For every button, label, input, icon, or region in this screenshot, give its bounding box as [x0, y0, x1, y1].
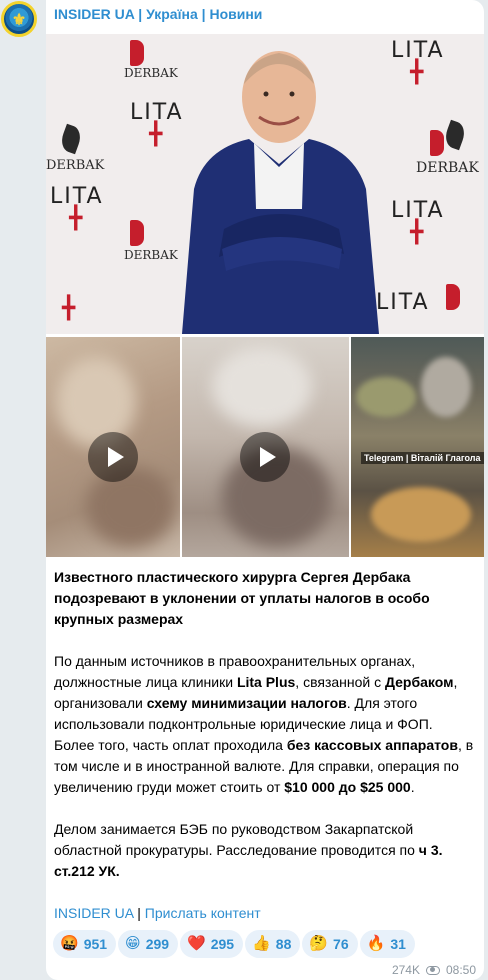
reaction-count: 31: [390, 936, 406, 952]
brand-logo-mark: [430, 130, 444, 156]
reaction-thumbs-up[interactable]: 👍 88: [245, 930, 301, 958]
chat-feed: ⚜ INSIDER UA | Україна | Новини DERBAK L…: [0, 0, 488, 980]
lita-logo: ╋: [62, 298, 77, 320]
brand-text: DERBAK: [124, 66, 178, 80]
post-tail: Делом занимается БЭБ по руководством Зак…: [54, 821, 443, 879]
enraged-face-icon: 🤬: [60, 935, 79, 952]
reaction-grinning[interactable]: 😁 299: [118, 930, 179, 958]
brand-text: DERBAK: [124, 248, 178, 262]
reaction-count: 299: [145, 936, 170, 952]
lita-logo-text: LITA: [50, 184, 104, 209]
photo-thumbnail[interactable]: Telegram | Віталій Глагола: [351, 337, 484, 557]
post-lead: Известного пластического хирурга Сергея …: [54, 569, 430, 627]
reactions-bar: 🤬 951 😁 299 ❤️ 295 👍 88 🤔 76 🔥 31: [53, 930, 417, 958]
reaction-count: 295: [210, 936, 235, 952]
leaf-logo-icon: [442, 119, 468, 151]
brand-text: DERBAK: [416, 160, 479, 176]
thinking-face-icon: 🤔: [309, 935, 329, 952]
submit-content-link[interactable]: Прислать контент: [145, 905, 261, 921]
play-icon[interactable]: [88, 432, 138, 482]
message-bubble: INSIDER UA | Україна | Новини DERBAK LIT…: [46, 0, 484, 980]
main-photo[interactable]: DERBAK LITA ╋ DERBAK LITA ╋ DERBAK ╋ LIT…: [46, 34, 484, 334]
lita-logo: LITA ╋: [50, 186, 104, 230]
video-thumbnail[interactable]: [46, 337, 180, 557]
lita-logo: LITA: [376, 292, 430, 314]
lita-logo-text: LITA: [391, 38, 445, 63]
lita-cross-icon: ╋: [69, 206, 85, 231]
channel-avatar[interactable]: ⚜: [1, 1, 37, 37]
fire-icon: 🔥: [366, 935, 386, 952]
channel-name[interactable]: INSIDER UA | Україна | Новини: [54, 6, 262, 24]
post-body: По данным источников в правоохранительны…: [54, 653, 474, 795]
brand-logo-mark: [446, 284, 460, 310]
grinning-face-icon: 😁: [125, 935, 141, 952]
reaction-thinking[interactable]: 🤔 76: [302, 930, 358, 958]
lita-cross-icon: ╋: [410, 220, 426, 245]
lita-cross-icon: ╋: [62, 296, 78, 321]
link-separator: |: [133, 905, 145, 921]
brand-text: DERBAK: [46, 158, 105, 173]
lita-logo: LITA ╋: [391, 40, 445, 84]
message-time: 08:50: [445, 963, 476, 977]
channel-link[interactable]: INSIDER UA: [54, 905, 133, 921]
video-thumbnail[interactable]: [182, 337, 349, 557]
photo-watermark: Telegram | Віталій Глагола: [361, 452, 484, 464]
reaction-count: 76: [333, 936, 349, 952]
brand-logo-mark: [130, 40, 144, 66]
post-links: INSIDER UA | Прислать контент: [54, 903, 474, 924]
person-photo: [182, 51, 379, 334]
thumbs-up-icon: 👍: [252, 935, 271, 952]
lita-cross-icon: ╋: [410, 60, 426, 85]
reaction-count: 88: [275, 936, 292, 952]
leaf-logo-icon: [58, 123, 84, 155]
red-heart-icon: ❤️: [187, 935, 206, 952]
brand-logo-mark: [130, 220, 144, 246]
view-count: 274K: [391, 963, 420, 977]
eye-icon: [425, 965, 440, 975]
message-meta: 274K 08:50: [392, 962, 476, 978]
reaction-heart[interactable]: ❤️ 295: [180, 930, 244, 958]
lita-logo-text: LITA: [376, 290, 430, 315]
lita-logo: LITA ╋: [391, 200, 445, 244]
lita-logo-text: LITA: [391, 198, 445, 223]
reaction-fire[interactable]: 🔥 31: [359, 930, 415, 958]
play-icon[interactable]: [240, 432, 290, 482]
reaction-enraged[interactable]: 🤬 951: [53, 930, 117, 958]
trident-icon: ⚜: [11, 9, 27, 29]
reaction-count: 951: [83, 936, 108, 952]
